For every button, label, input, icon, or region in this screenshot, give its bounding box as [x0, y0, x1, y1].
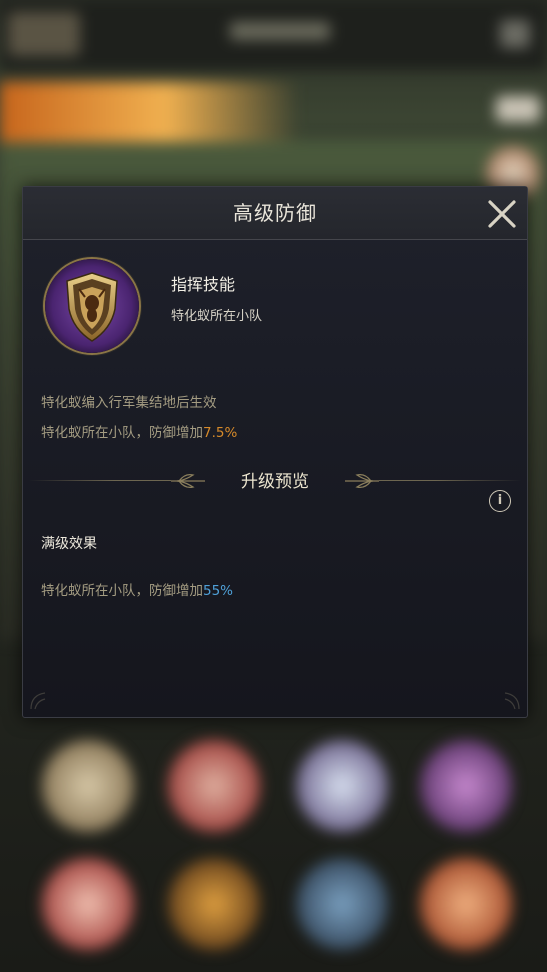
dialog-header: 高级防御: [23, 187, 527, 240]
corner-ornament-icon: [504, 692, 520, 710]
max-level-effect-text: 特化蚁所在小队，防御增加55%: [41, 579, 233, 599]
close-icon: [488, 200, 516, 228]
max-level-effect-prefix: 特化蚁所在小队，防御增加: [41, 583, 203, 599]
background-skill-circle: [42, 740, 134, 832]
current-effect-value: 7.5%: [203, 425, 238, 441]
max-level-effect-value: 55%: [203, 583, 234, 599]
close-button[interactable]: [485, 197, 519, 231]
info-button[interactable]: i: [489, 490, 511, 512]
max-level-title: 满级效果: [41, 536, 97, 552]
skill-type-label: 指挥技能: [171, 275, 236, 294]
current-effect-text: 特化蚁所在小队，防御增加7.5%: [41, 421, 237, 441]
upgrade-preview-title: 升级预览: [241, 472, 309, 492]
background-skill-circle: [168, 858, 260, 950]
background-skill-circle: [296, 858, 388, 950]
background-skill-circle: [420, 740, 512, 832]
background-title: [230, 22, 330, 40]
shield-ant-icon: [45, 259, 139, 353]
dialog-title: 高级防御: [233, 201, 317, 225]
effect-condition-text: 特化蚁编入行军集结地后生效: [41, 395, 217, 411]
corner-ornament-icon: [30, 692, 46, 710]
background-top-bar: [0, 0, 547, 70]
current-effect-prefix: 特化蚁所在小队，防御增加: [41, 425, 203, 441]
background-skill-circle: [168, 740, 260, 832]
background-skill-circle: [42, 858, 134, 950]
background-skill-circle: [420, 858, 512, 950]
background-skill-circle: [296, 740, 388, 832]
background-close-icon: [500, 20, 530, 48]
info-icon: i: [497, 493, 503, 508]
skill-icon-frame: [43, 257, 141, 355]
background-pill: [496, 96, 540, 122]
skill-detail-dialog: 高级防御 指挥技能 特化蚁所在小队 特化蚁编入行军集结地后生效 特化蚁所在小队，…: [22, 186, 528, 718]
background-back-button: [8, 12, 80, 56]
background-banner: [0, 82, 300, 142]
skill-target-label: 特化蚁所在小队: [171, 309, 263, 324]
